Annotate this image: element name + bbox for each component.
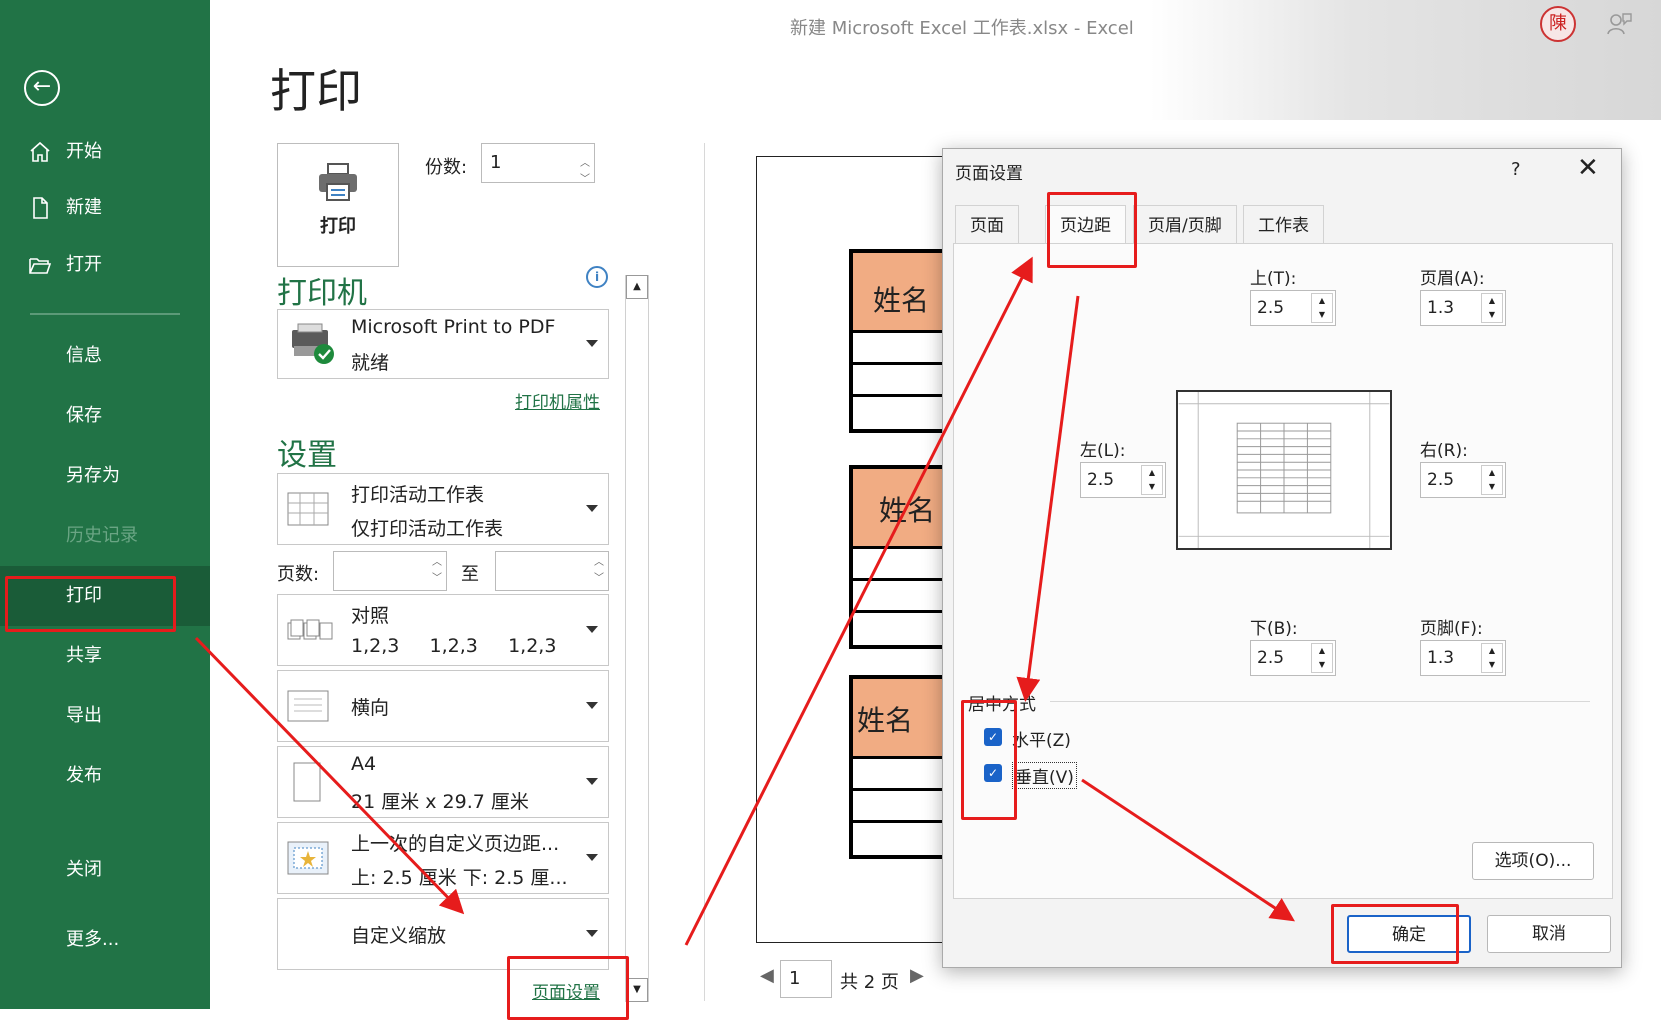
arrow-center-to-ok: [1081, 778, 1295, 922]
arrow-setup-to-margins: [684, 256, 1033, 946]
arrow-print-to-scaling: [194, 636, 465, 915]
annotation-arrows: [194, 256, 1295, 946]
arrow-margins-to-center: [1016, 295, 1080, 702]
